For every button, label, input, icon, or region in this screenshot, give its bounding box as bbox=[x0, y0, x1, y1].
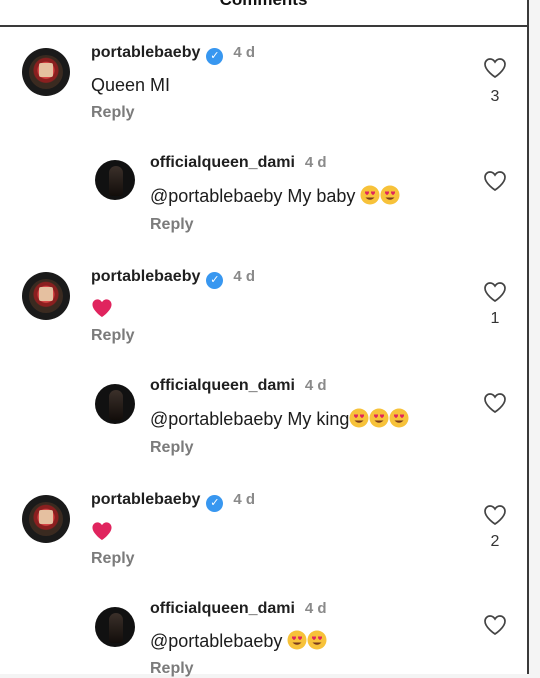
heart-outline-icon[interactable] bbox=[483, 281, 507, 303]
reply-button[interactable]: Reply bbox=[150, 439, 194, 457]
heart-outline-icon[interactable] bbox=[483, 504, 507, 526]
comment-header: portablebaeby ✓ 4 d bbox=[91, 491, 255, 512]
reply-button[interactable]: Reply bbox=[150, 216, 194, 234]
username[interactable]: officialqueen_dami bbox=[150, 600, 295, 617]
comment-text bbox=[91, 521, 113, 543]
like-count: 3 bbox=[490, 88, 500, 105]
avatar[interactable] bbox=[95, 384, 135, 424]
comment-time: 4 d bbox=[233, 491, 256, 508]
heart-eyes-emoji-icon bbox=[380, 185, 400, 205]
page-title: Comments bbox=[0, 0, 527, 10]
avatar[interactable] bbox=[22, 272, 70, 320]
heart-eyes-emoji-icon bbox=[389, 408, 409, 428]
comment-text bbox=[91, 298, 113, 320]
username[interactable]: portablebaeby bbox=[91, 44, 200, 61]
username[interactable]: officialqueen_dami bbox=[150, 154, 295, 171]
avatar[interactable] bbox=[22, 48, 70, 96]
heart-outline-icon[interactable] bbox=[483, 170, 507, 192]
heart-eyes-emoji-icon bbox=[307, 630, 327, 650]
verified-badge-icon: ✓ bbox=[206, 48, 224, 65]
comments-panel: Comments portablebaeby ✓ 4 d Queen MI Repl… bbox=[0, 0, 529, 677]
heart-outline-icon[interactable] bbox=[483, 392, 507, 414]
comment-header: portablebaeby ✓ 4 d bbox=[91, 268, 255, 289]
reply-button[interactable]: Reply bbox=[91, 550, 135, 568]
username[interactable]: officialqueen_dami bbox=[150, 377, 295, 394]
username[interactable]: portablebaeby bbox=[91, 268, 200, 285]
comment-text-content: @portablebaeby My baby bbox=[150, 186, 356, 206]
comment-text-content: @portablebaeby bbox=[150, 631, 283, 651]
comments-header: Comments bbox=[0, 0, 527, 27]
heart-eyes-emoji-icon bbox=[369, 408, 389, 428]
avatar[interactable] bbox=[95, 160, 135, 200]
verified-badge-icon: ✓ bbox=[206, 495, 224, 512]
like-count: 1 bbox=[490, 310, 500, 327]
comment-text: @portablebaeby bbox=[150, 630, 327, 652]
comment-header: officialqueen_dami 4 d bbox=[150, 154, 327, 172]
heart-outline-icon[interactable] bbox=[483, 57, 507, 79]
reply-button[interactable]: Reply bbox=[91, 104, 135, 122]
comment-time: 4 d bbox=[304, 154, 327, 171]
heart-eyes-emoji-icon bbox=[360, 185, 380, 205]
comment-text: Queen MI bbox=[91, 75, 171, 95]
comment-header: portablebaeby ✓ 4 d bbox=[91, 44, 255, 65]
comment-time: 4 d bbox=[304, 377, 327, 394]
comment-text-content: @portablebaeby My king bbox=[150, 409, 350, 429]
like-count: 2 bbox=[490, 533, 500, 550]
avatar[interactable] bbox=[22, 495, 70, 543]
comment-time: 4 d bbox=[304, 600, 327, 617]
username[interactable]: portablebaeby bbox=[91, 491, 200, 508]
heart-eyes-emoji-icon bbox=[287, 630, 307, 650]
comment-header: officialqueen_dami 4 d bbox=[150, 377, 327, 395]
heart-eyes-emoji-icon bbox=[349, 408, 369, 428]
heart-outline-icon[interactable] bbox=[483, 614, 507, 636]
reply-button[interactable]: Reply bbox=[150, 660, 194, 678]
comment-time: 4 d bbox=[233, 44, 256, 61]
avatar[interactable] bbox=[95, 607, 135, 647]
red-heart-emoji-icon bbox=[92, 522, 112, 541]
verified-badge-icon: ✓ bbox=[206, 272, 224, 289]
comment-text: @portablebaeby My baby bbox=[150, 185, 400, 207]
reply-button[interactable]: Reply bbox=[91, 327, 135, 345]
red-heart-emoji-icon bbox=[92, 299, 112, 318]
comment-time: 4 d bbox=[233, 268, 256, 285]
comment-text: @portablebaeby My king bbox=[150, 408, 409, 430]
comment-header: officialqueen_dami 4 d bbox=[150, 600, 327, 618]
